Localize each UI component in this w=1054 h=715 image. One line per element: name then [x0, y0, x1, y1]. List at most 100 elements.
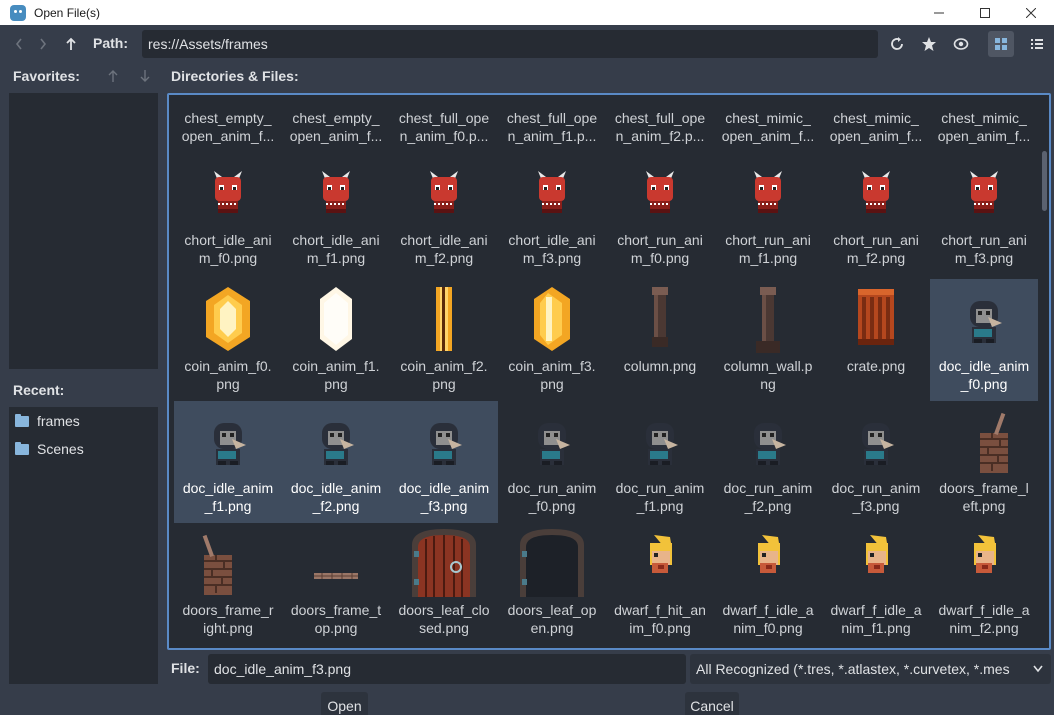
file-tile[interactable]: coin_anim_f2. png — [390, 279, 498, 401]
arrow-down-icon — [140, 70, 150, 82]
chevron-down-icon — [1033, 665, 1043, 673]
chevron-right-icon — [40, 38, 47, 50]
maximize-button[interactable] — [962, 0, 1008, 25]
recent-label: Recent: — [13, 382, 65, 398]
go-up-button[interactable] — [60, 33, 82, 55]
file-tile[interactable]: doc_run_anim _f3.png — [822, 401, 930, 523]
file-tile[interactable]: chort_idle_ani m_f0.png — [174, 153, 282, 275]
file-name: chort_idle_ani m_f2.png — [400, 232, 488, 266]
path-input[interactable]: res://Assets/frames — [142, 30, 878, 58]
file-thumbnail — [408, 405, 480, 477]
file-tile[interactable]: doc_idle_anim _f1.png — [174, 401, 282, 523]
arrow-up-icon — [108, 70, 118, 82]
file-tile[interactable]: chest_full_ope n_anim_f0.p... — [390, 95, 498, 153]
recent-list[interactable]: frames Scenes — [9, 407, 158, 684]
cancel-button[interactable]: Cancel — [685, 692, 739, 715]
file-tile[interactable]: doors_leaf_op en.png — [498, 523, 606, 645]
file-name: doc_run_anim _f3.png — [831, 480, 921, 514]
file-tile[interactable]: doc_idle_anim _f0.png — [930, 279, 1038, 401]
forward-button[interactable] — [32, 33, 54, 55]
files-grid[interactable]: chest_empty_ open_anim_f... chest_empty_ … — [167, 93, 1051, 650]
file-thumbnail — [516, 157, 588, 229]
file-thumbnail — [840, 95, 912, 107]
file-thumbnail — [624, 405, 696, 477]
minimize-button[interactable] — [916, 0, 962, 25]
vertical-scrollbar[interactable] — [1042, 151, 1047, 211]
file-thumbnail — [732, 527, 804, 599]
list-view-button[interactable] — [1026, 33, 1048, 55]
file-name: doc_run_anim _f0.png — [507, 480, 597, 514]
file-tile[interactable]: chort_run_ani m_f1.png — [714, 153, 822, 275]
file-tile[interactable]: column.png — [606, 279, 714, 401]
file-tile[interactable]: doors_frame_t op.png — [282, 523, 390, 645]
file-tile[interactable]: chort_idle_ani m_f3.png — [498, 153, 606, 275]
file-tile[interactable]: chest_empty_ open_anim_f... — [282, 95, 390, 153]
recent-item-scenes[interactable]: Scenes — [9, 435, 158, 463]
move-favorite-up-button[interactable] — [102, 65, 124, 87]
file-name: column.png — [623, 358, 697, 374]
file-tile[interactable]: chort_idle_ani m_f2.png — [390, 153, 498, 275]
file-tile[interactable]: coin_anim_f3. png — [498, 279, 606, 401]
file-name: coin_anim_f1. png — [292, 358, 380, 392]
file-thumbnail — [408, 95, 480, 107]
file-thumbnail — [408, 283, 480, 355]
move-favorite-down-button[interactable] — [134, 65, 156, 87]
file-tile[interactable]: dwarf_f_idle_a nim_f1.png — [822, 523, 930, 645]
favorite-button[interactable] — [918, 33, 940, 55]
file-name: chort_run_ani m_f3.png — [941, 232, 1027, 266]
filter-select-value: All Recognized (*.tres, *.atlastex, *.cu… — [696, 661, 1010, 677]
file-name: doc_idle_anim _f0.png — [938, 358, 1030, 392]
file-thumbnail — [624, 527, 696, 599]
file-thumbnail — [300, 283, 372, 355]
file-tile[interactable]: chort_run_ani m_f2.png — [822, 153, 930, 275]
file-thumbnail — [732, 157, 804, 229]
file-tile[interactable]: doors_frame_r ight.png — [174, 523, 282, 645]
file-thumbnail — [516, 527, 588, 599]
recent-item-frames[interactable]: frames — [9, 407, 158, 435]
file-tile[interactable]: dwarf_f_idle_a nim_f0.png — [714, 523, 822, 645]
close-button[interactable] — [1008, 0, 1054, 25]
file-tile[interactable]: chest_mimic_ open_anim_f... — [930, 95, 1038, 153]
file-thumbnail — [624, 283, 696, 355]
file-name: dwarf_f_idle_a nim_f2.png — [938, 602, 1030, 636]
file-name-input[interactable]: doc_idle_anim_f3.png — [208, 654, 686, 684]
file-tile[interactable]: doc_idle_anim _f2.png — [282, 401, 390, 523]
file-tile[interactable]: chest_mimic_ open_anim_f... — [714, 95, 822, 153]
file-tile[interactable]: column_wall.p ng — [714, 279, 822, 401]
file-tile[interactable]: chest_mimic_ open_anim_f... — [822, 95, 930, 153]
file-tile[interactable]: crate.png — [822, 279, 930, 401]
file-name: doc_idle_anim _f1.png — [182, 480, 274, 514]
file-tile[interactable]: doc_run_anim _f0.png — [498, 401, 606, 523]
file-tile[interactable]: doc_run_anim _f1.png — [606, 401, 714, 523]
open-button[interactable]: Open — [321, 692, 368, 715]
file-tile[interactable]: chort_run_ani m_f0.png — [606, 153, 714, 275]
file-filter-select[interactable]: All Recognized (*.tres, *.atlastex, *.cu… — [690, 654, 1051, 684]
file-thumbnail — [624, 95, 696, 107]
file-tile[interactable]: coin_anim_f0. png — [174, 279, 282, 401]
file-thumbnail — [516, 283, 588, 355]
file-tile[interactable]: chest_full_ope n_anim_f2.p... — [606, 95, 714, 153]
refresh-button[interactable] — [886, 33, 908, 55]
file-tile[interactable]: chort_run_ani m_f3.png — [930, 153, 1038, 275]
file-name: dwarf_f_idle_a nim_f0.png — [722, 602, 814, 636]
back-button[interactable] — [8, 33, 30, 55]
file-tile[interactable]: chest_full_ope n_anim_f1.p... — [498, 95, 606, 153]
file-tile[interactable]: coin_anim_f1. png — [282, 279, 390, 401]
file-name: chest_empty_ open_anim_f... — [181, 110, 275, 144]
file-tile[interactable]: dwarf_f_hit_an im_f0.png — [606, 523, 714, 645]
file-thumbnail — [192, 527, 264, 599]
toggle-hidden-button[interactable] — [950, 33, 972, 55]
file-tile[interactable]: dwarf_f_idle_a nim_f2.png — [930, 523, 1038, 645]
file-tile[interactable]: doors_leaf_clo sed.png — [390, 523, 498, 645]
file-tile[interactable]: chest_empty_ open_anim_f... — [174, 95, 282, 153]
file-thumbnail — [300, 527, 372, 599]
file-name: chort_run_ani m_f0.png — [617, 232, 703, 266]
file-tile[interactable]: doc_run_anim _f2.png — [714, 401, 822, 523]
file-thumbnail — [192, 283, 264, 355]
file-tile[interactable]: chort_idle_ani m_f1.png — [282, 153, 390, 275]
file-tile[interactable]: doc_idle_anim _f3.png — [390, 401, 498, 523]
favorites-list[interactable] — [9, 93, 158, 369]
favorites-label: Favorites: — [13, 68, 80, 84]
grid-view-button[interactable] — [988, 31, 1014, 57]
file-tile[interactable]: doors_frame_l eft.png — [930, 401, 1038, 523]
